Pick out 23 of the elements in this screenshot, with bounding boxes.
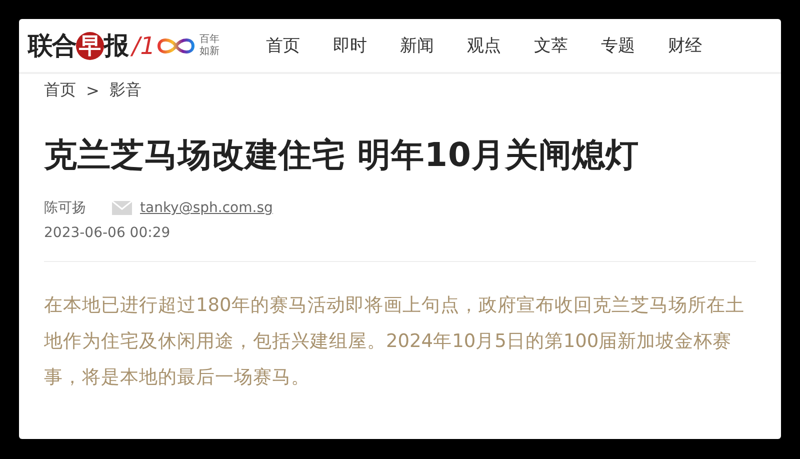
infinity-icon — [156, 36, 196, 56]
nav-link[interactable]: 专题 — [601, 34, 635, 57]
logo-text: 联合 — [28, 30, 76, 62]
author-name: 陈可扬 — [44, 199, 86, 217]
breadcrumb-separator: > — [86, 81, 100, 100]
logo-mark: 早 — [76, 32, 104, 60]
article-lede: 在本地已进行超过180年的赛马活动即将画上句点，政府宣布收回克兰芝马场所在土地作为住宅及休闲用途，包括兴建组屋。2024年10月5日的第100届新加坡金杯赛事，将是本地的最后一场赛马。 — [44, 294, 746, 390]
nav-link[interactable]: 文萃 — [534, 34, 568, 57]
nav-link[interactable]: 即时 — [333, 34, 367, 57]
anniversary-text: /1 — [132, 32, 156, 60]
nav-link[interactable]: 新闻 — [400, 34, 434, 57]
article-title: 克兰芝马场改建住宅 明年10月关闸熄灯 — [44, 134, 640, 176]
tagline-text: 百年 — [199, 34, 220, 46]
nav-link[interactable]: 观点 — [467, 34, 501, 57]
nav-link[interactable]: 首页 — [266, 34, 300, 57]
breadcrumb-link[interactable]: 影音 — [109, 80, 142, 101]
logo-text: 报 — [104, 30, 128, 62]
email-link[interactable]: tanky@sph.com.sg — [140, 200, 273, 216]
publish-date: 2023-06-06 00:29 — [44, 225, 172, 241]
nav-link[interactable]: 财经 — [668, 34, 702, 57]
breadcrumb-link[interactable]: 首页 — [44, 80, 76, 101]
envelope-icon — [112, 201, 132, 215]
tagline-text: 如新 — [199, 46, 220, 58]
